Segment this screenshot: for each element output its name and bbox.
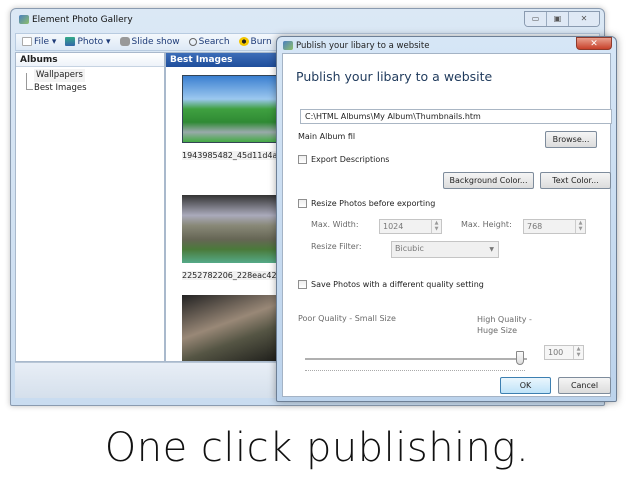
checkbox-icon bbox=[298, 199, 307, 208]
search-icon bbox=[188, 37, 197, 46]
dialog-title-text: Publish your libary to a website bbox=[296, 41, 430, 51]
resize-filter-label: Resize Filter: bbox=[311, 242, 362, 251]
max-width-label: Max. Width: bbox=[311, 220, 359, 229]
text-color-button[interactable]: Text Color... bbox=[540, 172, 611, 189]
max-height-label: Max. Height: bbox=[461, 220, 512, 229]
app-icon bbox=[283, 41, 293, 50]
minimize-button[interactable]: ▭ bbox=[525, 12, 547, 26]
album-wallpapers[interactable]: Wallpapers bbox=[34, 69, 85, 82]
poor-quality-label: Poor Quality - Small Size bbox=[298, 314, 396, 323]
path-label: Main Album fil bbox=[298, 132, 356, 141]
checkbox-icon bbox=[298, 155, 307, 164]
albums-tree: Wallpapers Best Images bbox=[16, 67, 164, 95]
resize-filter-select[interactable]: Bicubic ▼ bbox=[391, 241, 499, 258]
max-width-value: 1024 bbox=[383, 222, 404, 231]
caption: One click publishing. bbox=[104, 425, 530, 471]
search-label: Search bbox=[198, 37, 230, 47]
dialog-body: Publish your libary to a website C:\HTML… bbox=[282, 53, 612, 397]
images-header: Best Images bbox=[166, 53, 294, 67]
export-descriptions-checkbox[interactable]: Export Descriptions bbox=[298, 155, 389, 164]
close-button[interactable]: ✕ bbox=[569, 12, 599, 26]
dialog-heading: Publish your libary to a website bbox=[296, 69, 493, 84]
export-descriptions-label: Export Descriptions bbox=[311, 155, 390, 164]
photo-menu[interactable]: Photo ▾ bbox=[65, 37, 111, 47]
background-color-button[interactable]: Background Color... bbox=[443, 172, 534, 189]
max-height-value: 768 bbox=[527, 222, 543, 231]
browse-button[interactable]: Browse... bbox=[545, 131, 597, 148]
max-width-input[interactable]: 1024 ▲ ▼ bbox=[379, 219, 442, 234]
albums-header: Albums bbox=[16, 53, 164, 67]
album-best-images[interactable]: Best Images bbox=[34, 82, 164, 95]
slideshow-icon bbox=[119, 37, 130, 46]
slideshow-button[interactable]: Slide show bbox=[119, 37, 180, 47]
chevron-down-icon: ▼ bbox=[489, 246, 494, 253]
search-button[interactable]: Search bbox=[188, 37, 230, 47]
photo-icon bbox=[65, 37, 76, 46]
publish-dialog: Publish your libary to a website ✕ Publi… bbox=[276, 36, 617, 402]
max-height-input[interactable]: 768 ▲ ▼ bbox=[523, 219, 586, 234]
quality-slider-track[interactable] bbox=[305, 358, 527, 360]
save-quality-checkbox[interactable]: Save Photos with a different quality set… bbox=[298, 280, 484, 289]
dialog-close-button[interactable]: ✕ bbox=[576, 37, 612, 50]
slideshow-label: Slide show bbox=[131, 37, 180, 47]
spin-arrows-icon[interactable]: ▲ ▼ bbox=[573, 346, 583, 359]
resize-filter-value: Bicubic bbox=[395, 244, 424, 253]
checkbox-icon bbox=[298, 280, 307, 289]
app-icon bbox=[19, 15, 29, 24]
spin-arrows-icon[interactable]: ▲ ▼ bbox=[431, 220, 441, 233]
window-title-text: Element Photo Gallery bbox=[32, 15, 133, 25]
file-label: File ▾ bbox=[34, 37, 57, 47]
resize-photos-checkbox[interactable]: Resize Photos before exporting bbox=[298, 199, 435, 208]
dialog-title: Publish your libary to a website bbox=[283, 41, 429, 51]
save-quality-label: Save Photos with a different quality set… bbox=[311, 280, 484, 289]
file-menu[interactable]: File ▾ bbox=[22, 37, 56, 47]
quality-value-input[interactable]: 100 ▲ ▼ bbox=[544, 345, 584, 360]
quality-slider-thumb[interactable] bbox=[516, 351, 524, 365]
cancel-button[interactable]: Cancel bbox=[558, 377, 611, 394]
quality-value: 100 bbox=[548, 348, 564, 357]
ok-button[interactable]: OK bbox=[500, 377, 551, 394]
albums-pane: Albums Wallpapers Best Images bbox=[15, 52, 165, 362]
window-controls: ▭ ▣ ✕ bbox=[524, 11, 600, 27]
window-title: Element Photo Gallery bbox=[19, 15, 133, 25]
album-path-input[interactable]: C:\HTML Albums\My Album\Thumbnails.htm bbox=[300, 109, 612, 124]
maximize-button[interactable]: ▣ bbox=[547, 12, 569, 26]
burn-icon bbox=[238, 37, 249, 46]
burn-button[interactable]: Burn bbox=[238, 37, 272, 47]
resize-photos-label: Resize Photos before exporting bbox=[311, 199, 436, 208]
slider-ticks bbox=[305, 370, 525, 371]
file-icon bbox=[22, 37, 32, 46]
high-quality-label: High Quality - Huge Size bbox=[477, 315, 532, 335]
spin-arrows-icon[interactable]: ▲ ▼ bbox=[575, 220, 585, 233]
burn-label: Burn bbox=[250, 37, 272, 47]
photo-label: Photo ▾ bbox=[77, 37, 111, 47]
